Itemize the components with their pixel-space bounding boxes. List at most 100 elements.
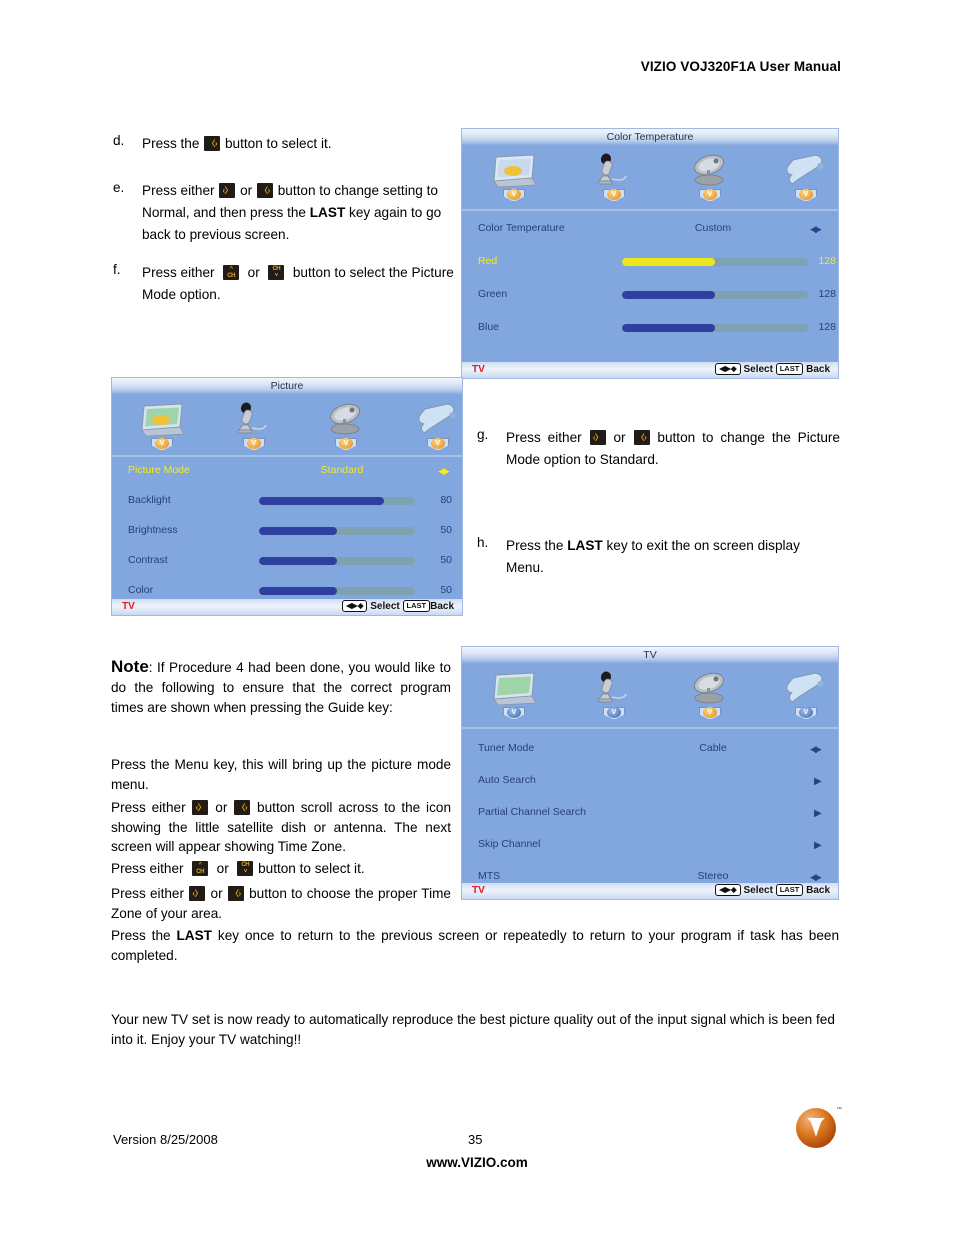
osd-rows: Picture Mode Standard ◀▶ Backlight 80 Br… bbox=[112, 457, 462, 615]
osd-source-label: TV bbox=[472, 364, 485, 375]
step-g-body: Press either ‹〉 or 〈› button to change t… bbox=[506, 430, 840, 467]
right-arrow-key-icon: 〈› bbox=[633, 430, 650, 445]
osd-back-label: Back bbox=[430, 601, 454, 612]
row-number: 80 bbox=[440, 494, 452, 506]
last-key-pill: LAST bbox=[402, 600, 431, 612]
osd-icon-picture[interactable]: V bbox=[134, 401, 190, 451]
osd-footer: TV ◀▶◆ Select LAST Back bbox=[112, 599, 462, 615]
note-block: Note: If Procedure 4 had been done, you … bbox=[111, 657, 451, 718]
osd-row-red[interactable]: Red 128 bbox=[462, 254, 838, 269]
vizio-badge-icon: V bbox=[507, 189, 521, 200]
microphone-icon bbox=[226, 401, 282, 437]
right-arrow-icon[interactable]: ▶ bbox=[814, 806, 822, 821]
step-d-marker: d. bbox=[113, 133, 125, 148]
osd-icon-tab: V bbox=[795, 707, 817, 720]
note-p5: Press the LAST key once to return to the… bbox=[111, 926, 839, 965]
step-h: h. Press the LAST key to exit the on scr… bbox=[477, 535, 840, 579]
osd-row-mts[interactable]: MTS Stereo ◀▶ bbox=[462, 869, 838, 884]
osd-icon-picture[interactable]: V bbox=[486, 152, 542, 202]
osd-icon-tv[interactable]: V bbox=[682, 152, 738, 202]
osd-icon-tv[interactable]: V bbox=[318, 401, 374, 451]
right-arrow-icon[interactable]: ▶ bbox=[814, 838, 822, 853]
row-label: MTS bbox=[478, 870, 501, 882]
osd-picture[interactable]: Picture V V V V Picture Mode Standard ◀▶… bbox=[111, 377, 463, 616]
osd-row-tuner-mode[interactable]: Tuner Mode Cable ◀▶ bbox=[462, 741, 838, 756]
osd-icon-tab: V bbox=[603, 707, 625, 720]
osd-icon-setup[interactable]: V bbox=[778, 670, 834, 720]
row-number: 128 bbox=[818, 288, 836, 300]
osd-color-temperature[interactable]: Color Temperature V V V V Color Temperat… bbox=[461, 128, 839, 379]
row-number: 50 bbox=[440, 554, 452, 566]
osd-icon-tab: V bbox=[243, 438, 265, 451]
osd-icon-audio[interactable]: V bbox=[586, 670, 642, 720]
osd-icon-audio[interactable]: V bbox=[226, 401, 282, 451]
step-f: f. Press either ^ CH or CH v button to sel… bbox=[113, 262, 458, 306]
note-p3: Press either ^ CH or CH v button to select… bbox=[111, 859, 451, 879]
osd-row-backlight[interactable]: Backlight 80 bbox=[112, 493, 462, 508]
osd-icon-tab: V bbox=[427, 438, 449, 451]
dpad-icon: ◀▶◆ bbox=[715, 363, 741, 375]
picture-icon bbox=[134, 401, 190, 437]
osd-icon-setup[interactable]: V bbox=[410, 401, 462, 451]
note-p1: Press the Menu key, this will bring up t… bbox=[111, 757, 451, 792]
osd-icon-tab: V bbox=[699, 707, 721, 720]
wrench-icon bbox=[778, 152, 834, 188]
note-p2b: or bbox=[209, 800, 234, 815]
note-p5c: key once to return to the previous scree… bbox=[111, 928, 839, 963]
right-arrow-key-icon: 〈› bbox=[234, 800, 251, 815]
osd-row-contrast[interactable]: Contrast 50 bbox=[112, 553, 462, 568]
vizio-badge-icon: V bbox=[339, 438, 353, 449]
note-p4: Press either ‹〉 or 〈› button to choose t… bbox=[111, 884, 451, 923]
osd-row-color[interactable]: Color 50 bbox=[112, 583, 462, 598]
osd-hints: ◀▶◆ Select LAST Back bbox=[715, 362, 830, 378]
row-label: Green bbox=[478, 288, 508, 300]
osd-tv[interactable]: TV V V V V Tuner Mode Cable ◀▶ Auto Sear… bbox=[461, 646, 839, 900]
row-value: Standard bbox=[320, 464, 364, 476]
osd-rows: Tuner Mode Cable ◀▶ Auto Search ▶ Partia… bbox=[462, 729, 838, 882]
osd-icon-row: V V V V bbox=[462, 664, 838, 729]
osd-select-label: Select bbox=[743, 364, 773, 375]
osd-row-auto-search[interactable]: Auto Search ▶ bbox=[462, 773, 838, 788]
page-header: VIZIO VOJ320F1A User Manual bbox=[640, 59, 841, 74]
osd-icon-setup[interactable]: V bbox=[778, 152, 834, 202]
row-label: Blue bbox=[478, 321, 500, 333]
right-arrow-key-icon: 〈› bbox=[227, 886, 244, 901]
wrench-icon bbox=[778, 670, 834, 706]
lr-arrow-icon[interactable]: ◀▶ bbox=[438, 464, 450, 479]
picture-icon bbox=[486, 152, 542, 188]
lr-arrow-icon[interactable]: ◀▶ bbox=[810, 742, 822, 757]
row-label: Color bbox=[128, 584, 154, 596]
microphone-icon bbox=[586, 152, 642, 188]
osd-title: TV bbox=[462, 647, 838, 664]
osd-icon-tab: V bbox=[503, 707, 525, 720]
satellite-dish-icon bbox=[318, 401, 374, 437]
satellite-dish-icon bbox=[682, 152, 738, 188]
osd-row-picture-mode[interactable]: Picture Mode Standard ◀▶ bbox=[112, 463, 462, 478]
osd-title: Color Temperature bbox=[462, 129, 838, 146]
note-p2: Press either ‹〉 or 〈› button scroll acro… bbox=[111, 798, 451, 857]
step-e: e. Press either ‹〉 or 〈› button to chang… bbox=[113, 180, 458, 246]
note-p3b: or bbox=[212, 861, 233, 876]
osd-row-green[interactable]: Green 128 bbox=[462, 287, 838, 302]
osd-icon-tab: V bbox=[795, 189, 817, 202]
right-arrow-icon[interactable]: ▶ bbox=[814, 774, 822, 789]
vizio-logo: ™ bbox=[796, 1107, 842, 1148]
osd-select-label: Select bbox=[370, 601, 400, 612]
osd-icon-picture[interactable]: V bbox=[486, 670, 542, 720]
left-arrow-key-icon: ‹〉 bbox=[589, 430, 606, 445]
osd-footer: TV ◀▶◆ Select LAST Back bbox=[462, 883, 838, 899]
osd-row-skip-channel[interactable]: Skip Channel ▶ bbox=[462, 837, 838, 852]
step-f-marker: f. bbox=[113, 262, 121, 277]
footer-url: www.VIZIO.com bbox=[426, 1155, 528, 1170]
dpad-icon: ◀▶◆ bbox=[342, 600, 368, 612]
osd-icon-audio[interactable]: V bbox=[586, 152, 642, 202]
osd-row-brightness[interactable]: Brightness 50 bbox=[112, 523, 462, 538]
right-arrow-key-icon: 〈› bbox=[256, 183, 273, 198]
osd-source-label: TV bbox=[472, 885, 485, 896]
osd-row-blue[interactable]: Blue 128 bbox=[462, 320, 838, 335]
osd-row-partial-channel-search[interactable]: Partial Channel Search ▶ bbox=[462, 805, 838, 820]
osd-row-color-temperature[interactable]: Color Temperature Custom ◀▶ bbox=[462, 221, 838, 236]
dpad-icon: ◀▶◆ bbox=[715, 884, 741, 896]
osd-icon-tv[interactable]: V bbox=[682, 670, 738, 720]
lr-arrow-icon[interactable]: ◀▶ bbox=[810, 222, 822, 237]
